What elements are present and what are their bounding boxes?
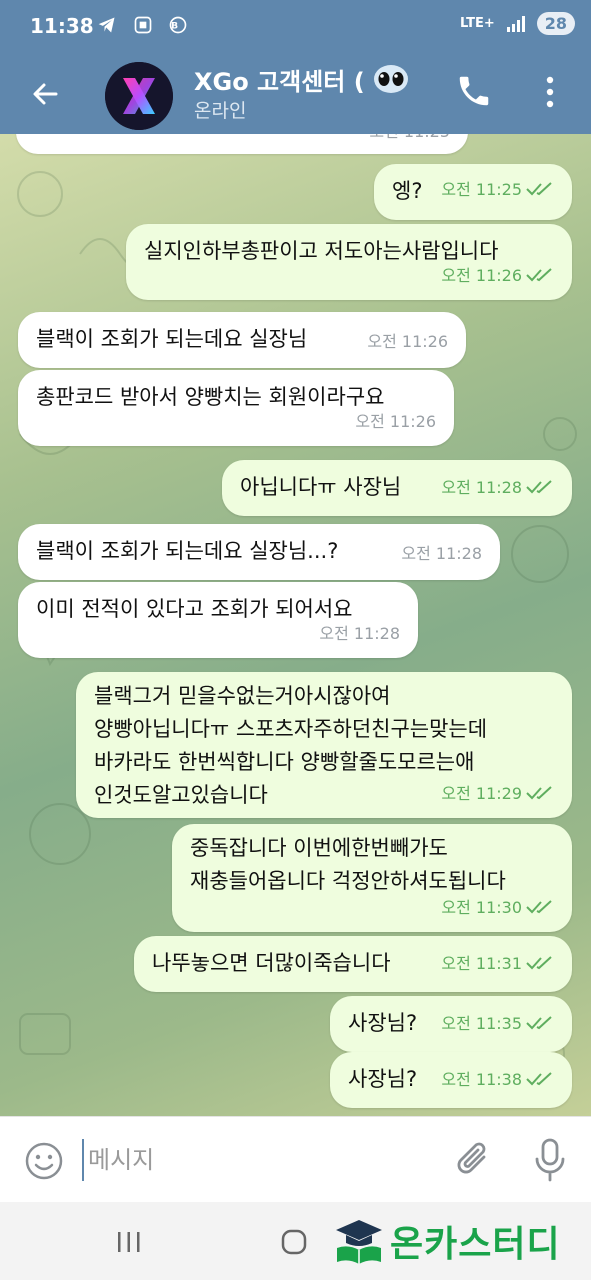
message-text: 나뚜놓으면 더많이죽습니다 [152, 951, 391, 975]
double-check-icon [526, 182, 552, 196]
message-time: 오전 11:35 [441, 1014, 522, 1033]
status-time: 11:38 [30, 14, 94, 38]
message-time: 오전 11:25 [369, 134, 450, 148]
message-time: 오전 11:30 [441, 898, 522, 917]
telegram-icon [98, 17, 115, 33]
network-type: LTE+ [459, 16, 495, 31]
system-nav-bar: 온카스터디 [0, 1202, 591, 1280]
message-meta: 오전 11:30 [441, 891, 554, 924]
message-meta: 오전 11:38 [441, 1063, 554, 1096]
message-time: 오전 11:29 [441, 784, 522, 803]
watermark-text: 온카스터디 [390, 1224, 561, 1265]
message-bubble-outgoing[interactable]: 아닙니다ㅠ 사장님 오전 11:28 [222, 460, 572, 516]
xgo-logo-icon [105, 62, 173, 130]
message-time: 오전 11:28 [319, 624, 400, 643]
double-check-icon [526, 786, 552, 800]
message-text: 엥? [392, 179, 423, 203]
shield-icon: B [170, 16, 187, 34]
signal-icon [506, 15, 525, 32]
message-time: 오전 11:26 [367, 332, 448, 351]
svg-text:B: B [172, 20, 186, 31]
message-time: 오전 11:26 [355, 412, 436, 431]
message-text: 아닙니다ㅠ 사장님 [240, 475, 402, 499]
message-bubble-outgoing[interactable]: 엥? 오전 11:25 [374, 164, 572, 220]
double-check-icon [526, 900, 552, 914]
message-bubble-outgoing[interactable]: 실지인하부총판이고 저도아는사람입니다 오전 11:26 [126, 224, 572, 300]
paperclip-icon[interactable] [454, 1139, 494, 1183]
status-bar: 11:38 B LTE+ 28 [0, 0, 591, 56]
message-bubble-incoming[interactable]: 오전 11:25 [16, 134, 468, 154]
chat-title[interactable]: XGo 고객센터 ( [194, 62, 409, 97]
status-notification-icons: B [96, 14, 189, 35]
message-time: 오전 11:28 [441, 478, 522, 497]
status-system-icons: LTE+ 28 [460, 12, 575, 35]
arrow-back-icon[interactable] [26, 74, 66, 114]
message-bubble-outgoing[interactable]: 사장님? 오전 11:38 [330, 1052, 572, 1108]
battery-badge: 28 [536, 12, 575, 35]
emoji-icon[interactable] [24, 1141, 64, 1181]
more-vert-icon[interactable] [538, 72, 562, 112]
message-bubble-outgoing[interactable]: 중독잡니다 이번에한번빼가도 재충들어옵니다 걱정안하셔도됩니다 오전 11:3… [172, 824, 572, 932]
message-time: 오전 11:26 [441, 266, 522, 285]
message-text: 사장님? [348, 1067, 418, 1091]
scan-icon [134, 16, 152, 34]
alien-emoji-icon [374, 65, 409, 93]
double-check-icon [526, 1072, 552, 1086]
double-check-icon [526, 268, 552, 282]
message-text: 이미 전적이 있다고 조회가 되어서요 [36, 597, 353, 621]
message-bubble-incoming[interactable]: 총판코드 받아서 양빵치는 회원이라구요 오전 11:26 [18, 370, 454, 446]
phone-icon[interactable] [455, 72, 493, 110]
avatar[interactable] [105, 62, 173, 130]
message-meta: 오전 11:25 [441, 173, 554, 206]
message-meta: 오전 11:35 [441, 1007, 554, 1040]
watermark: 온카스터디 [334, 1216, 561, 1266]
home-icon[interactable] [280, 1228, 308, 1256]
message-time: 오전 11:31 [441, 954, 522, 973]
double-check-icon [526, 956, 552, 970]
message-text: 총판코드 받아서 양빵치는 회원이라구요 [36, 385, 385, 409]
message-bubble-outgoing[interactable]: 나뚜놓으면 더많이죽습니다 오전 11:31 [134, 936, 572, 992]
recent-apps-icon[interactable] [116, 1230, 142, 1254]
double-check-icon [526, 480, 552, 494]
message-text: 블랙그거 믿을수없는거아시잖아여 양빵아닙니다ㅠ 스포츠자주하던친구는맞는데 바… [94, 684, 488, 807]
message-meta: 오전 11:31 [441, 947, 554, 980]
message-composer [0, 1116, 591, 1203]
message-bubble-incoming[interactable]: 블랙이 조회가 되는데요 실장님...? 오전 11:28 [18, 524, 500, 580]
microphone-icon[interactable] [532, 1137, 568, 1183]
chat-title-text: XGo 고객센터 ( [194, 68, 365, 96]
message-text: 중독잡니다 이번에한번빼가도 재충들어옵니다 걱정안하셔도됩니다 [190, 836, 506, 893]
message-time: 오전 11:38 [441, 1070, 522, 1089]
message-time: 오전 11:25 [441, 180, 522, 199]
graduation-book-icon [336, 1220, 382, 1264]
message-bubble-incoming[interactable]: 블랙이 조회가 되는데요 실장님 오전 11:26 [18, 312, 466, 368]
message-list[interactable]: 오전 11:25 엥? 오전 11:25 실지인하부총판이고 저도아는사람입니다… [0, 134, 591, 1116]
message-bubble-incoming[interactable]: 이미 전적이 있다고 조회가 되어서요 오전 11:28 [18, 582, 418, 658]
message-bubble-outgoing[interactable]: 사장님? 오전 11:35 [330, 996, 572, 1052]
message-meta: 오전 11:29 [441, 777, 554, 810]
online-status: 온라인 [194, 100, 247, 122]
message-text: 블랙이 조회가 되는데요 실장님...? [36, 539, 339, 563]
message-meta: 오전 11:28 [441, 471, 554, 504]
message-input[interactable] [82, 1139, 430, 1181]
message-text: 사장님? [348, 1011, 418, 1035]
chat-header: XGo 고객센터 ( 온라인 [0, 56, 591, 134]
double-check-icon [526, 1016, 552, 1030]
message-meta: 오전 11:26 [441, 259, 554, 292]
message-text: 블랙이 조회가 되는데요 실장님 [36, 327, 308, 351]
message-time: 오전 11:28 [401, 544, 482, 563]
message-bubble-outgoing[interactable]: 블랙그거 믿을수없는거아시잖아여 양빵아닙니다ㅠ 스포츠자주하던친구는맞는데 바… [76, 672, 572, 818]
